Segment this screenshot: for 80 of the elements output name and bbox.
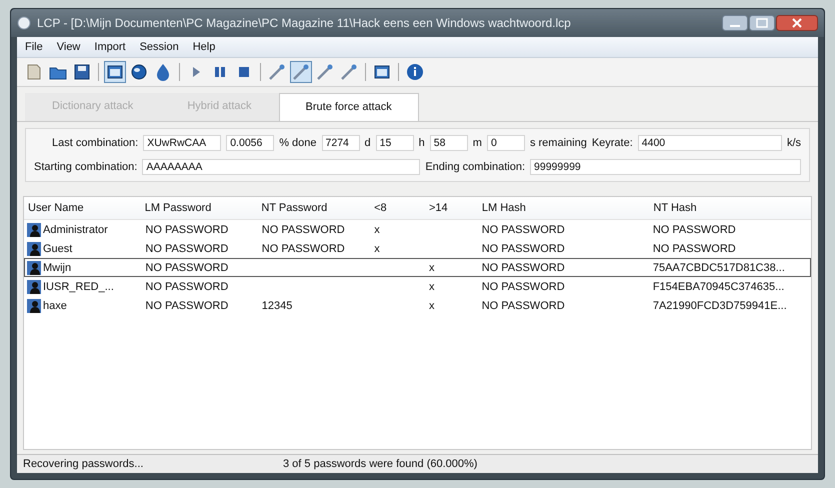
menu-item[interactable]: Import (94, 41, 126, 53)
keyrate-value: 4400 (638, 135, 782, 151)
table-cell: NO PASSWORD (482, 242, 565, 254)
last-combination-value: XUwRwCAA (143, 135, 222, 151)
days-label: d (364, 137, 371, 149)
user-icon (27, 298, 41, 312)
starting-combination-label: Starting combination: (34, 161, 138, 173)
user-name: Guest (43, 242, 72, 254)
table-cell: NO PASSWORD (482, 262, 565, 274)
column-header[interactable]: User Name (24, 197, 141, 219)
hours-label: h (418, 137, 425, 149)
user-name: IUSR_RED_... (43, 280, 114, 292)
user-name: Mwijn (43, 262, 72, 274)
last-combination-label: Last combination: (52, 137, 138, 149)
table-cell: x (374, 224, 380, 236)
table-row[interactable]: Guest NO PASSWORD NO PASSWORD x NO PASSWORD NO PASSWORD (24, 239, 811, 258)
menu-item[interactable]: Help (192, 41, 216, 53)
table-cell: NO PASSWORD (145, 300, 228, 312)
window-icon[interactable] (104, 61, 126, 83)
table-cell: x (374, 242, 380, 254)
seconds-remaining-label: s remaining (530, 137, 587, 149)
keyrate-label: Keyrate: (592, 137, 633, 149)
column-header[interactable]: NT Password (257, 197, 370, 219)
done-label: % done (279, 137, 317, 149)
window-title: LCP - [D:\Mijn Documenten\PC Magazine\PC Magazine 11\Hack eens een Windows wachtwoord.lcp (37, 16, 572, 30)
user-name: Administrator (43, 224, 108, 236)
table-cell: F154EBA70945C374635... (652, 280, 784, 292)
table-row[interactable]: IUSR_RED_... NO PASSWORD x NO PASSWORD F154EBA70945C374635... (24, 277, 811, 296)
table-cell: NO PASSWORD (262, 224, 345, 236)
table-cell: 75AA7CBDC517D81C38... (652, 262, 785, 274)
column-header[interactable]: LM Hash (478, 197, 650, 219)
table-cell: x (428, 280, 434, 292)
table-cell: NO PASSWORD (652, 242, 736, 254)
ending-combination-label: Ending combination: (425, 161, 526, 173)
table-cell: NO PASSWORD (145, 242, 228, 254)
table-cell: NO PASSWORD (145, 224, 228, 236)
menu-item[interactable]: File (25, 41, 43, 53)
table-cell: 7A21990FCD3D759941E... (652, 300, 787, 312)
app-icon (17, 16, 31, 30)
tab[interactable]: Brute force attack (278, 93, 419, 121)
info-icon[interactable] (404, 61, 426, 83)
close-icon[interactable] (776, 15, 818, 31)
minutes-value: 0 (486, 135, 525, 151)
table-row[interactable]: Mwijn NO PASSWORD x NO PASSWORD 75AA7CBDC517D81C38... (24, 258, 811, 277)
table-cell: NO PASSWORD (145, 262, 228, 274)
starting-combination-value: AAAAAAAA (142, 159, 420, 175)
table-cell: NO PASSWORD (482, 300, 565, 312)
menu-item[interactable]: Session (140, 41, 179, 53)
minutes-label: m (472, 137, 482, 149)
column-header[interactable]: NT Hash (649, 197, 811, 219)
ending-combination-value: 99999999 (530, 159, 801, 175)
done-value: 7274 (322, 135, 360, 151)
table-cell: x (428, 262, 434, 274)
status-text: Recovering passwords... (23, 458, 144, 470)
keyrate-unit: k/s (786, 137, 801, 149)
table-cell: NO PASSWORD (262, 242, 345, 254)
table-cell: NO PASSWORD (652, 224, 736, 236)
user-icon (27, 242, 41, 256)
user-icon (27, 222, 41, 236)
days-value: 15 (376, 135, 414, 151)
column-header[interactable]: >14 (425, 197, 478, 219)
user-icon (27, 280, 41, 294)
menu-item[interactable]: View (56, 41, 80, 53)
table-row[interactable]: haxe NO PASSWORD 12345 x NO PASSWORD 7A21990FCD3D759941E... (24, 296, 811, 315)
table-cell: NO PASSWORD (482, 224, 565, 236)
user-icon (27, 260, 41, 274)
user-name: haxe (43, 300, 67, 312)
table-cell: x (428, 300, 434, 312)
column-header[interactable]: <8 (370, 197, 425, 219)
wand-icon[interactable] (290, 61, 312, 83)
status-text: 3 of 5 passwords were found (60.000%) (283, 458, 478, 470)
minimize-icon[interactable] (722, 15, 748, 31)
table-cell: NO PASSWORD (482, 280, 565, 292)
table-cell: 12345 (262, 300, 292, 312)
hours-value: 58 (430, 135, 468, 151)
column-header[interactable]: LM Password (140, 197, 258, 219)
table-cell: NO PASSWORD (145, 280, 228, 292)
table-row[interactable]: Administrator NO PASSWORD NO PASSWORD x NO PASSWORD NO PASSWORD (24, 220, 811, 239)
maximize-icon[interactable] (749, 15, 775, 31)
rate-value: 0.0056 (226, 135, 274, 151)
